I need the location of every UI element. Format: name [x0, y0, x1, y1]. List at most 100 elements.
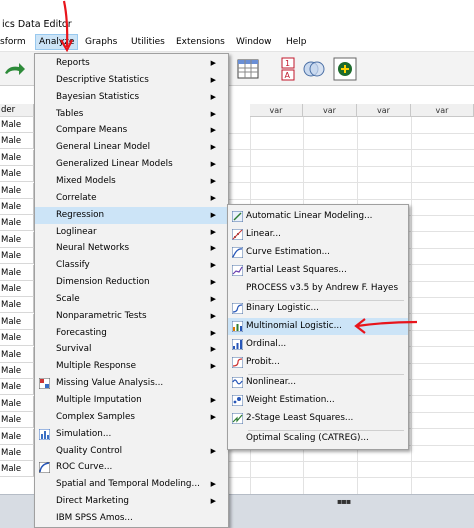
submenu-arrow-icon: ▶	[210, 362, 216, 371]
analyze-menu-item-scale[interactable]: Scale ▶	[35, 291, 228, 308]
analyze-menu-item-neural-networks[interactable]: Neural Networks ▶	[35, 240, 228, 257]
menu-item-label: General Linear Model	[56, 142, 151, 153]
regression-menu-item-multinomial-logistic[interactable]: Multinomial Logistic...	[228, 318, 408, 335]
table-row-cell[interactable]: Male	[0, 363, 34, 379]
table-row-cell[interactable]: Male	[0, 117, 34, 133]
data-grid-icon[interactable]	[236, 57, 260, 81]
analyze-menu-item-multiple-response[interactable]: Multiple Response ▶	[35, 358, 228, 375]
menu-item-label: Nonlinear...	[246, 377, 297, 387]
regression-menu-item-ordinal[interactable]: Ordinal...	[228, 336, 408, 353]
menu-help[interactable]: Help	[286, 37, 307, 47]
table-row-cell[interactable]: Male	[0, 265, 34, 281]
use-sets-icon[interactable]	[302, 57, 326, 81]
analyze-menu-item-forecasting[interactable]: Forecasting ▶	[35, 325, 228, 342]
table-row-cell[interactable]: Male	[0, 330, 34, 346]
table-row-cell[interactable]: Male	[0, 183, 34, 199]
table-row-cell[interactable]: Male	[0, 248, 34, 264]
analyze-menu-item-multiple-imputation[interactable]: Multiple Imputation ▶	[35, 392, 228, 409]
regression-menu-item-weight-estimation[interactable]: Weight Estimation...	[228, 392, 408, 409]
nonlinear-icon	[232, 377, 243, 388]
menu-item-label: Generalized Linear Models	[56, 159, 173, 170]
column-header-var[interactable]: var	[357, 104, 411, 117]
analyze-menu-item-loglinear[interactable]: Loglinear ▶	[35, 224, 228, 241]
regression-menu-item-nonlinear[interactable]: Nonlinear...	[228, 374, 408, 391]
table-row-cell[interactable]: Male	[0, 150, 34, 166]
table-row-cell[interactable]: Male	[0, 379, 34, 395]
menu-item-label: PROCESS v3.5 by Andrew F. Hayes	[246, 283, 399, 293]
analyze-menu-item-quality-control[interactable]: Quality Control ▶	[35, 443, 228, 460]
column-header-var[interactable]: var	[250, 104, 303, 117]
column-header-gender[interactable]: der	[0, 104, 34, 117]
regression-menu-item-linear[interactable]: Linear...	[228, 226, 408, 243]
regression-menu-item-process-v3-5-by-andrew-f-hayes[interactable]: PROCESS v3.5 by Andrew F. Hayes	[228, 280, 408, 297]
analyze-menu-item-simulation[interactable]: Simulation...	[35, 426, 228, 443]
column-header-var[interactable]: var	[303, 104, 357, 117]
submenu-arrow-icon: ▶	[210, 328, 216, 337]
menu-item-label: Optimal Scaling (CATREG)...	[246, 433, 369, 443]
table-row-cell[interactable]: Male	[0, 445, 34, 461]
analyze-menu-item-reports[interactable]: Reports ▶	[35, 55, 228, 72]
menu-item-label: Neural Networks	[56, 243, 130, 254]
menu-graphs[interactable]: Graphs	[85, 37, 117, 47]
table-row-cell[interactable]: Male	[0, 461, 34, 477]
table-row-cell[interactable]: Male	[0, 215, 34, 231]
auto-linear-icon	[232, 211, 243, 222]
analyze-menu-item-descriptive-statistics[interactable]: Descriptive Statistics ▶	[35, 72, 228, 89]
analyze-menu-item-dimension-reduction[interactable]: Dimension Reduction ▶	[35, 274, 228, 291]
analyze-menu-item-bayesian-statistics[interactable]: Bayesian Statistics ▶	[35, 89, 228, 106]
menu-analyze[interactable]: Analyze	[35, 34, 79, 50]
regression-submenu: Automatic Linear Modeling... Linear... Cur…	[227, 204, 409, 450]
table-row-cell[interactable]: Male	[0, 232, 34, 248]
spelling-check-icon[interactable]	[333, 57, 357, 81]
analyze-menu-item-direct-marketing[interactable]: Direct Marketing ▶	[35, 493, 228, 510]
analyze-menu-item-tables[interactable]: Tables ▶	[35, 106, 228, 123]
table-row-cell[interactable]: Male	[0, 429, 34, 445]
table-row-cell[interactable]: Male	[0, 133, 34, 149]
regression-menu-item-partial-least-squares[interactable]: Partial Least Squares...	[228, 262, 408, 279]
regression-menu-item-2-stage-least-squares[interactable]: 2-Stage Least Squares...	[228, 410, 408, 427]
splitter-grip-icon[interactable]: ▪▪▪	[337, 497, 351, 506]
menu-item-label: Bayesian Statistics	[56, 91, 140, 102]
analyze-menu-item-correlate[interactable]: Correlate ▶	[35, 190, 228, 207]
menu-item-label: Automatic Linear Modeling...	[246, 211, 373, 221]
menu-window[interactable]: Window	[236, 37, 272, 47]
analyze-menu-item-regression[interactable]: Regression ▶	[35, 206, 228, 224]
table-row-cell[interactable]: Male	[0, 297, 34, 313]
value-labels-icon[interactable]: 1 A	[276, 57, 300, 81]
submenu-arrow-icon: ▶	[210, 92, 216, 101]
redo-arrow-icon[interactable]	[3, 57, 27, 81]
analyze-menu-item-complex-samples[interactable]: Complex Samples ▶	[35, 409, 228, 426]
table-row-cell[interactable]: Male	[0, 412, 34, 428]
table-row-cell[interactable]: Male	[0, 199, 34, 215]
analyze-menu-item-survival[interactable]: Survival ▶	[35, 341, 228, 358]
menu-transform[interactable]: sform	[0, 37, 26, 47]
analyze-menu-item-generalized-linear-models[interactable]: Generalized Linear Models ▶	[35, 156, 228, 173]
analyze-menu-item-compare-means[interactable]: Compare Means ▶	[35, 122, 228, 139]
regression-menu-item-binary-logistic[interactable]: Binary Logistic...	[228, 300, 408, 317]
regression-menu-item-probit[interactable]: Probit...	[228, 354, 408, 371]
analyze-menu-item-mixed-models[interactable]: Mixed Models ▶	[35, 173, 228, 190]
regression-menu-item-automatic-linear-modeling[interactable]: Automatic Linear Modeling...	[228, 208, 408, 225]
simulation-icon	[39, 428, 50, 440]
column-header-var[interactable]: var	[411, 104, 474, 117]
svg-text:A: A	[285, 71, 291, 80]
menu-extensions[interactable]: Extensions	[176, 37, 225, 47]
submenu-arrow-icon: ▶	[210, 126, 216, 135]
table-row-cell[interactable]: Male	[0, 281, 34, 297]
menu-item-label: Weight Estimation...	[246, 395, 335, 405]
regression-menu-item-curve-estimation[interactable]: Curve Estimation...	[228, 244, 408, 261]
analyze-menu-item-ibm-spss-amos[interactable]: IBM SPSS Amos...	[35, 510, 228, 527]
analyze-menu-item-general-linear-model[interactable]: General Linear Model ▶	[35, 139, 228, 156]
table-row-cell[interactable]: Male	[0, 314, 34, 330]
menu-utilities[interactable]: Utilities	[131, 37, 165, 47]
table-row-cell[interactable]: Male	[0, 166, 34, 182]
analyze-menu-item-nonparametric-tests[interactable]: Nonparametric Tests ▶	[35, 308, 228, 325]
table-row-cell[interactable]: Male	[0, 347, 34, 363]
regression-menu-item-optimal-scaling-catreg[interactable]: Optimal Scaling (CATREG)...	[228, 430, 408, 447]
analyze-menu-item-roc-curve[interactable]: ROC Curve...	[35, 459, 228, 476]
analyze-menu-item-missing-value-analysis[interactable]: Missing Value Analysis...	[35, 375, 228, 392]
analyze-menu-item-spatial-and-temporal-modeling[interactable]: Spatial and Temporal Modeling... ▶	[35, 476, 228, 493]
table-row-cell[interactable]: Male	[0, 396, 34, 412]
submenu-arrow-icon: ▶	[210, 244, 216, 253]
analyze-menu-item-classify[interactable]: Classify ▶	[35, 257, 228, 274]
